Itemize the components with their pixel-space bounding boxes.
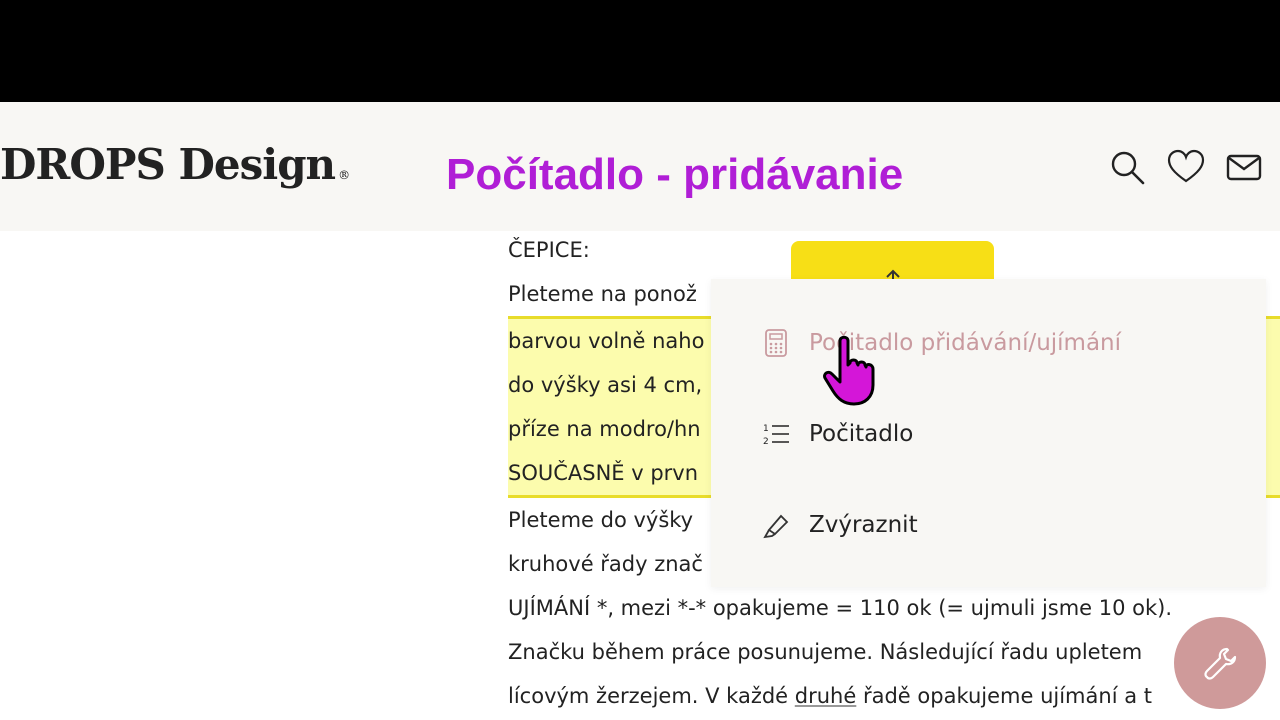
mail-icon[interactable] <box>1225 148 1263 186</box>
svg-text:1: 1 <box>763 424 769 434</box>
search-icon[interactable] <box>1108 148 1146 186</box>
drops-design-logo[interactable]: DROPS Design ® <box>0 140 350 189</box>
top-black-bar <box>0 0 1280 102</box>
calculator-icon <box>765 329 787 357</box>
tools-popup-menu: Počitadlo přidávání/ujímání 1 2 Počitadl… <box>711 279 1266 587</box>
menu-item-label: Zvýraznit <box>809 512 918 538</box>
heart-icon[interactable] <box>1167 148 1205 186</box>
tools-fab-button[interactable] <box>1174 617 1266 709</box>
menu-item-counter[interactable]: 1 2 Počitadlo <box>761 414 913 454</box>
numbered-list-icon: 1 2 <box>763 424 789 447</box>
wrench-icon <box>1204 647 1237 680</box>
text-line: Značku během práce posunujeme. Následují… <box>508 640 1143 664</box>
hand-pointer-cursor-icon <box>823 335 875 406</box>
menu-item-label: Počitadlo <box>809 421 914 447</box>
text-line: UJÍMÁNÍ *, mezi *-* opakujeme = 110 ok (… <box>508 596 1173 620</box>
text-line-with-link: lícovým žerzejem. V každé druhé řadě opa… <box>508 684 1152 708</box>
menu-item-highlight[interactable]: Zvýraznit <box>761 505 918 545</box>
video-title-overlay: Počítadlo - pridávanie <box>446 150 904 199</box>
menu-item-increase-decrease-counter[interactable]: Počitadlo přidávání/ujímání <box>761 323 1121 363</box>
underlined-link[interactable]: druhé <box>795 684 857 708</box>
highlighter-icon <box>763 514 789 539</box>
svg-text:2: 2 <box>763 437 769 447</box>
